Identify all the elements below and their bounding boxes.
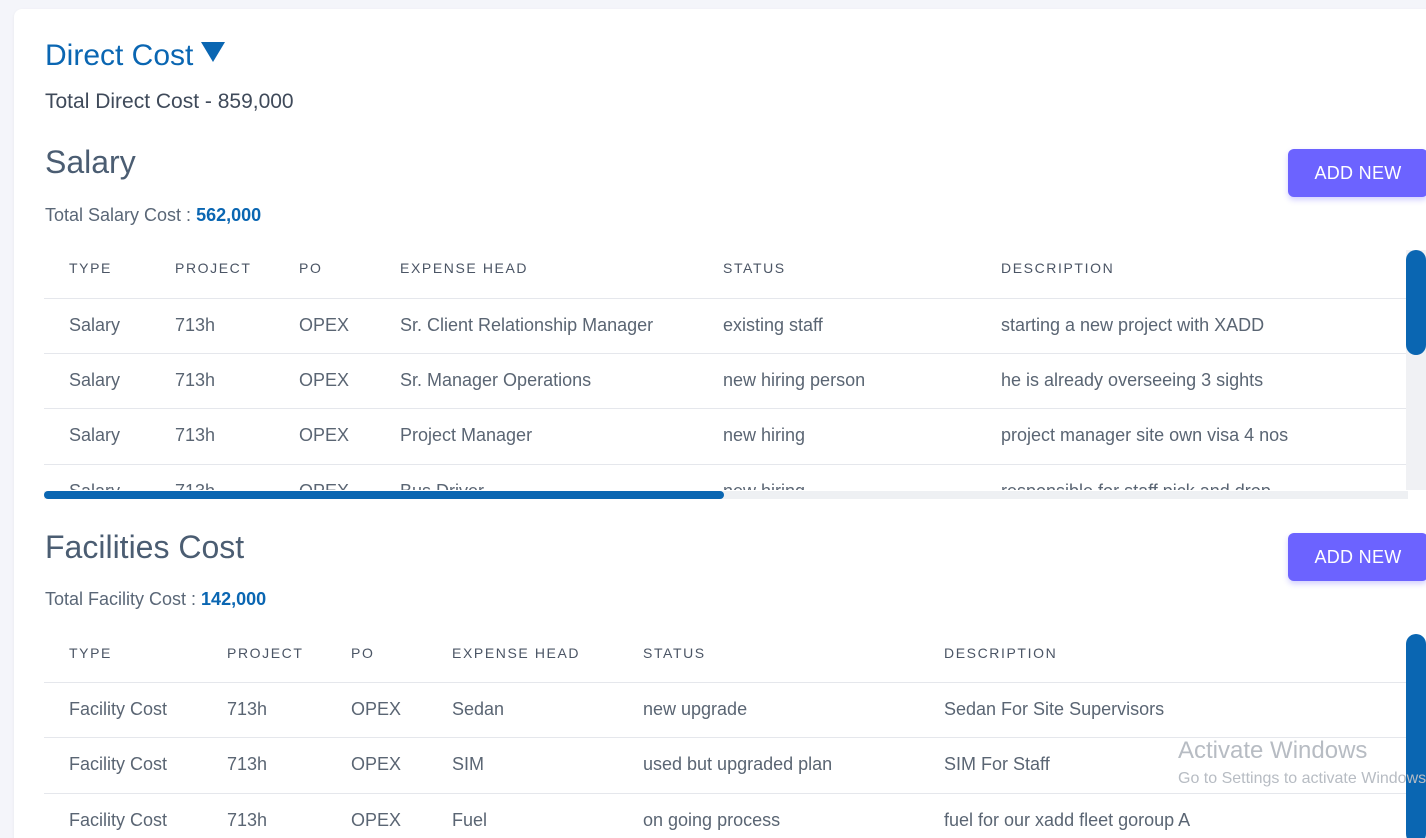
cell-status: new hiring bbox=[723, 425, 806, 445]
col-status: STATUS bbox=[643, 645, 706, 661]
activate-windows-watermark: Activate Windows bbox=[1178, 737, 1368, 764]
cell-description: Sedan For Site Supervisors bbox=[944, 699, 1165, 719]
cell-description: SIM For Staff bbox=[944, 754, 1050, 774]
cell-project: 713h bbox=[227, 754, 268, 774]
col-expense-head: EXPENSE HEAD bbox=[400, 260, 529, 276]
salary-total-label: Total Salary Cost : bbox=[45, 205, 197, 225]
cell-type: Facility Cost bbox=[69, 699, 168, 719]
cell-status: used but upgraded plan bbox=[643, 754, 833, 774]
cell-project: 713h bbox=[175, 481, 215, 490]
cell-status: new hiring person bbox=[723, 370, 866, 390]
cell-project: 713h bbox=[175, 370, 216, 390]
cell-po: OPEX bbox=[299, 370, 350, 390]
col-type: TYPE bbox=[69, 260, 112, 276]
cell-expense-head: Fuel bbox=[452, 810, 488, 830]
cell-project: 713h bbox=[227, 810, 268, 830]
table-row[interactable]: Salary 713h OPEX Sr. Manager Operations … bbox=[44, 353, 1408, 408]
col-po: PO bbox=[299, 260, 323, 276]
cell-expense-head: Project Manager bbox=[400, 425, 533, 445]
cell-po: OPEX bbox=[299, 425, 350, 445]
cell-expense-head: Sr. Manager Operations bbox=[400, 370, 592, 390]
salary-vertical-scroll-thumb[interactable] bbox=[1406, 250, 1426, 355]
cell-type: Salary bbox=[69, 481, 120, 490]
cell-expense-head: Sedan bbox=[452, 699, 505, 719]
table-row[interactable]: Salary 713h OPEX Project Manager new hir… bbox=[44, 408, 1408, 463]
table-row[interactable]: Salary 713h OPEX Bus Driver new hiring r… bbox=[44, 464, 1408, 490]
col-type: TYPE bbox=[69, 645, 112, 661]
cell-status: new hiring bbox=[723, 481, 805, 490]
cell-description: starting a new project with XADD bbox=[1001, 315, 1265, 335]
salary-table: TYPE PROJECT PO EXPENSE HEAD STATUS DESC… bbox=[44, 244, 1408, 490]
cell-type: Salary bbox=[69, 370, 121, 390]
cell-type: Facility Cost bbox=[69, 754, 168, 774]
cell-po: OPEX bbox=[299, 315, 350, 335]
activate-windows-hint: Go to Settings to activate Windows. bbox=[1178, 770, 1426, 787]
facilities-total-label: Total Facility Cost : bbox=[45, 589, 202, 609]
facilities-total: Total Facility Cost : 142,000 bbox=[45, 589, 266, 610]
cell-po: OPEX bbox=[351, 699, 402, 719]
cell-type: Facility Cost bbox=[69, 810, 168, 830]
col-status: STATUS bbox=[723, 260, 786, 276]
cell-expense-head: SIM bbox=[452, 754, 485, 774]
col-po: PO bbox=[351, 645, 375, 661]
salary-horizontal-scroll-thumb[interactable] bbox=[44, 491, 724, 499]
total-direct-cost: Total Direct Cost - 859,000 bbox=[45, 90, 294, 113]
cell-po: OPEX bbox=[351, 754, 402, 774]
cell-po: OPEX bbox=[299, 481, 349, 490]
facilities-add-new-button[interactable]: ADD NEW bbox=[1288, 533, 1426, 581]
col-project: PROJECT bbox=[227, 645, 304, 661]
cell-description: fuel for our xadd fleet goroup A bbox=[944, 810, 1191, 830]
cell-type: Salary bbox=[69, 315, 121, 335]
table-row[interactable]: Facility Cost 713h OPEX Fuel on going pr… bbox=[44, 793, 1408, 838]
cell-expense-head: Sr. Client Relationship Manager bbox=[400, 315, 654, 335]
facilities-title: Facilities Cost bbox=[45, 529, 245, 565]
col-description: DESCRIPTION bbox=[1001, 260, 1115, 276]
cell-po: OPEX bbox=[351, 810, 402, 830]
table-row[interactable]: Facility Cost 713h OPEX Sedan new upgrad… bbox=[44, 682, 1408, 737]
cell-description: he is already overseeing 3 sights bbox=[1001, 370, 1264, 390]
cell-type: Salary bbox=[69, 425, 121, 445]
cell-project: 713h bbox=[227, 699, 268, 719]
cell-expense-head: Bus Driver bbox=[400, 481, 484, 490]
caret-down-icon bbox=[201, 42, 226, 62]
salary-total: Total Salary Cost : 562,000 bbox=[45, 205, 261, 226]
cell-project: 713h bbox=[175, 425, 216, 445]
cell-description: responsible for staff pick and drop bbox=[1001, 481, 1271, 490]
cell-status: new upgrade bbox=[643, 699, 748, 719]
facilities-total-value: 142,000 bbox=[201, 589, 267, 609]
salary-title: Salary bbox=[45, 144, 136, 180]
cell-status: existing staff bbox=[723, 315, 823, 335]
cell-status: on going process bbox=[643, 810, 781, 830]
salary-total-value: 562,000 bbox=[196, 205, 262, 225]
col-description: DESCRIPTION bbox=[944, 645, 1058, 661]
cell-project: 713h bbox=[175, 315, 216, 335]
table-row[interactable]: Salary 713h OPEX Sr. Client Relationship… bbox=[44, 298, 1408, 353]
col-expense-head: EXPENSE HEAD bbox=[452, 645, 581, 661]
cell-description: project manager site own visa 4 nos bbox=[1001, 425, 1289, 445]
col-project: PROJECT bbox=[175, 260, 252, 276]
facilities-table: TYPE PROJECT PO EXPENSE HEAD STATUS DESC… bbox=[44, 629, 1408, 838]
direct-cost-title: Direct Cost bbox=[45, 39, 194, 72]
salary-add-new-button[interactable]: ADD NEW bbox=[1288, 149, 1426, 197]
direct-cost-toggle[interactable]: Direct Cost bbox=[45, 39, 226, 73]
facilities-vertical-scroll-thumb[interactable] bbox=[1406, 634, 1426, 838]
